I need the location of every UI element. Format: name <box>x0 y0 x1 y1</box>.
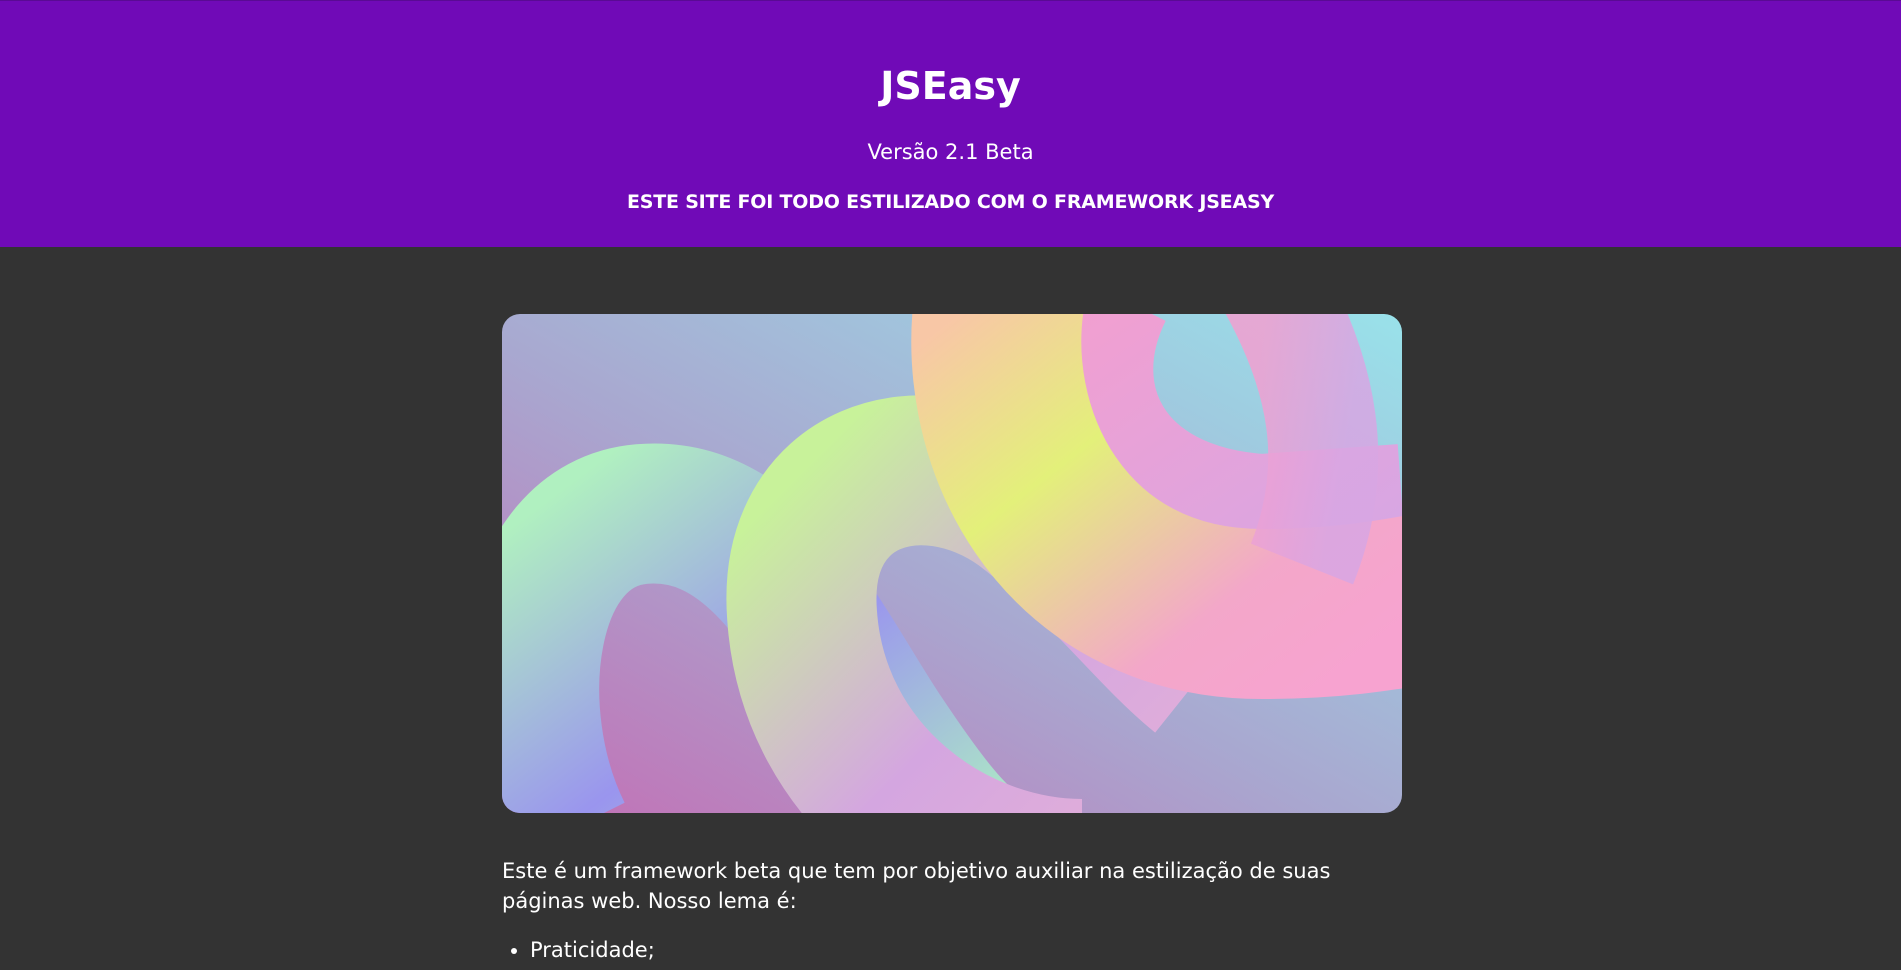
page-header: JSEasy Versão 2.1 Beta ESTE SITE FOI TOD… <box>0 0 1901 247</box>
hero-image <box>502 314 1402 813</box>
intro-paragraph: Este é um framework beta que tem por obj… <box>502 859 1331 913</box>
list-item: Praticidade; <box>530 935 655 965</box>
motto-list: Praticidade; <box>502 935 655 965</box>
site-title: JSEasy <box>880 64 1021 108</box>
version-label: Versão 2.1 Beta <box>867 140 1034 164</box>
tagline: ESTE SITE FOI TODO ESTILIZADO COM O FRAM… <box>626 191 1275 213</box>
